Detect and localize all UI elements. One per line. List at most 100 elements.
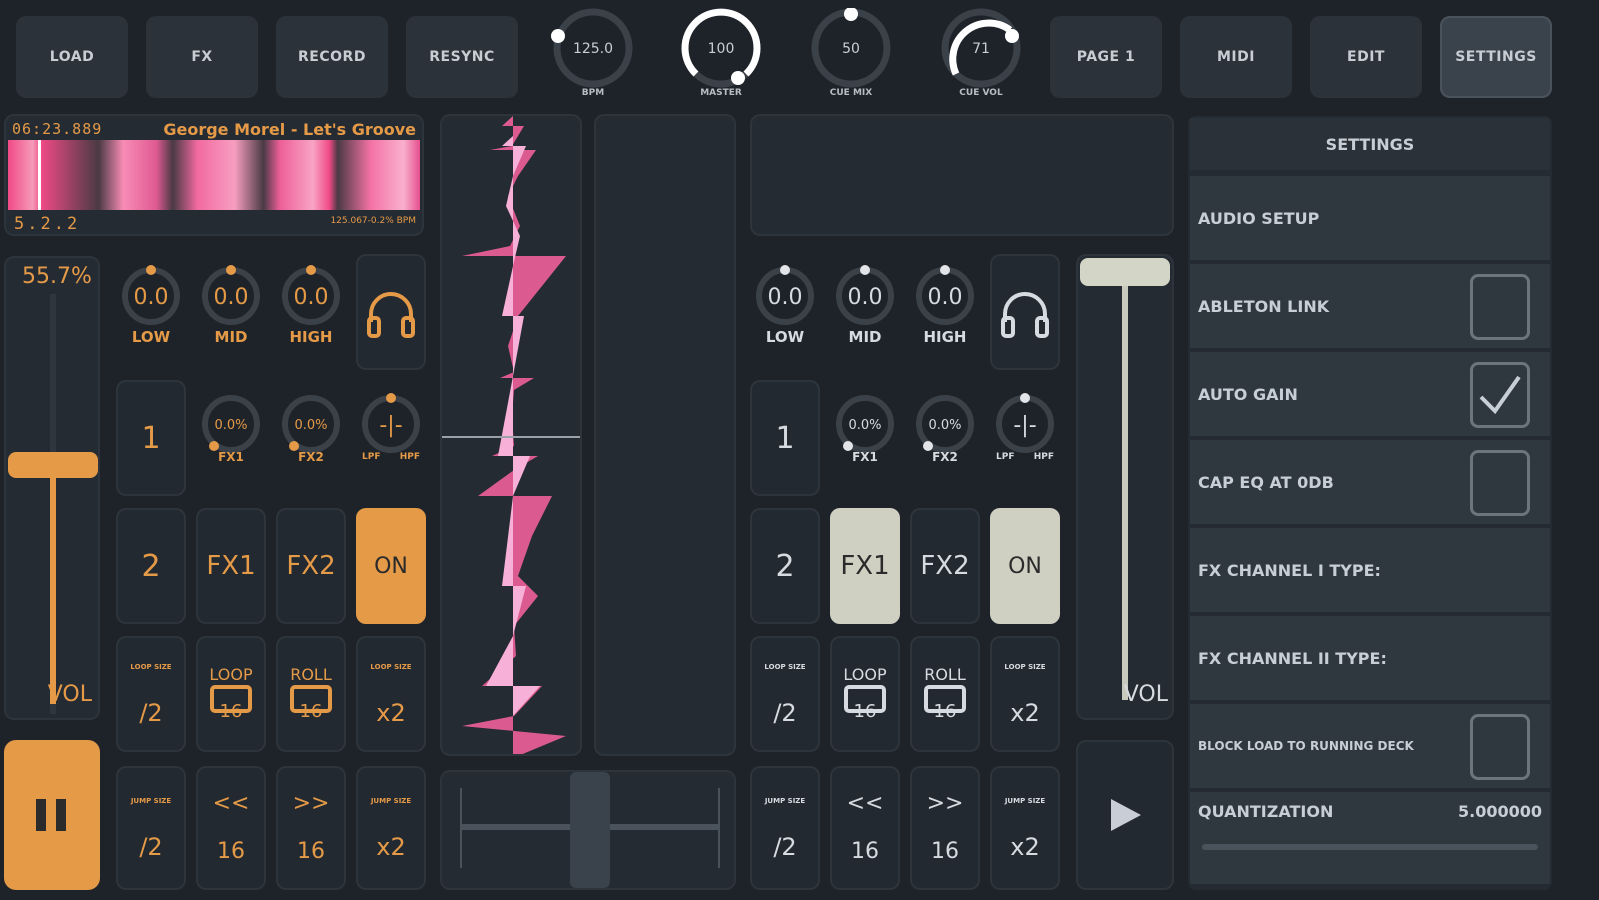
deck-a-eq-mid-label: MID: [214, 328, 248, 346]
deck-a-loop-double-button[interactable]: LOOP SIZE x2: [356, 636, 426, 752]
settings-button[interactable]: SETTINGS: [1440, 16, 1552, 98]
deck-b-eq-low[interactable]: 0.0 LOW: [750, 262, 820, 346]
fx-button[interactable]: FX: [146, 16, 258, 98]
deck-a-jump-double-button[interactable]: JUMP SIZE x2: [356, 766, 426, 890]
deck-a-scrolling-waveform[interactable]: [440, 114, 582, 756]
deck-a-roll-button[interactable]: ROLL 16: [276, 636, 346, 752]
deck-b-loop-half-button[interactable]: LOOP SIZE /2: [750, 636, 820, 752]
settings-block-load[interactable]: BLOCK LOAD TO RUNNING DECK: [1190, 704, 1550, 788]
cue-mix-knob-dial: 50: [811, 8, 891, 88]
deck-a-on-button[interactable]: ON: [356, 508, 426, 624]
deck-a-loop-half-button[interactable]: LOOP SIZE /2: [116, 636, 186, 752]
deck-a-time: 06:23.889: [12, 120, 103, 138]
deck-a-loop-button[interactable]: LOOP 16: [196, 636, 266, 752]
deck-b-lpf-label: LPF: [996, 452, 1015, 462]
deck-a-jump-half-button[interactable]: JUMP SIZE /2: [116, 766, 186, 890]
deck-a-jump-forward-button[interactable]: >> 16: [276, 766, 346, 890]
deck-a-pitch-fader[interactable]: 55.7% VOL: [4, 256, 100, 720]
deck-a-pause-button[interactable]: [4, 740, 100, 890]
deck-a-cue-headphones-button[interactable]: [356, 254, 426, 370]
bpm-knob[interactable]: 125.0 BPM: [548, 8, 638, 98]
deck-b-loop-label: LOOP: [843, 665, 887, 684]
deck-b-fx1-button[interactable]: FX1: [830, 508, 900, 624]
settings-ableton-link[interactable]: ABLETON LINK: [1190, 264, 1550, 348]
deck-b-overview[interactable]: [750, 114, 1174, 236]
deck-a-fx1-knob[interactable]: 0.0% FX1: [196, 392, 266, 464]
deck-b-hpf-label: HPF: [1033, 452, 1054, 462]
deck-a-hpf-label: HPF: [399, 452, 420, 462]
deck-b-cue-headphones-button[interactable]: [990, 254, 1060, 370]
deck-a-fx2-knob[interactable]: 0.0% FX2: [276, 392, 346, 464]
deck-b-hotcue-1[interactable]: 1: [750, 380, 820, 496]
deck-b-hotcue-2[interactable]: 2: [750, 508, 820, 624]
deck-b-volume-fader[interactable]: VOL: [1076, 254, 1174, 720]
svg-text:0.0%: 0.0%: [294, 418, 327, 433]
deck-b-roll-button[interactable]: ROLL 16: [910, 636, 980, 752]
load-button[interactable]: LOAD: [16, 16, 128, 98]
deck-a-fx1-button[interactable]: FX1: [196, 508, 266, 624]
deck-a-jump-size-label: JUMP SIZE: [130, 796, 172, 805]
record-button[interactable]: RECORD: [276, 16, 388, 98]
deck-b-play-button[interactable]: [1076, 740, 1174, 890]
block-load-checkbox[interactable]: [1470, 714, 1530, 780]
edit-button[interactable]: EDIT: [1310, 16, 1422, 98]
settings-quantization[interactable]: QUANTIZATION 5.000000: [1190, 792, 1550, 884]
deck-a-fx2-button[interactable]: FX2: [276, 508, 346, 624]
midi-button[interactable]: MIDI: [1180, 16, 1292, 98]
deck-b-jump-double-button[interactable]: JUMP SIZE x2: [990, 766, 1060, 890]
ableton-link-checkbox[interactable]: [1470, 274, 1530, 340]
deck-b-fader-handle[interactable]: [1080, 258, 1170, 286]
deck-b-jump-half-button[interactable]: JUMP SIZE /2: [750, 766, 820, 890]
auto-gain-checkbox[interactable]: [1470, 362, 1530, 428]
master-label: MASTER: [700, 88, 742, 98]
crossfader[interactable]: [440, 770, 736, 890]
deck-a-beat-position: 5.2.2: [14, 214, 81, 234]
cap-eq-checkbox[interactable]: [1470, 450, 1530, 516]
deck-b-on-button[interactable]: ON: [990, 508, 1060, 624]
settings-audio-setup[interactable]: AUDIO SETUP: [1190, 176, 1550, 260]
deck-a-hotcue-1[interactable]: 1: [116, 380, 186, 496]
cue-mix-knob[interactable]: 50 CUE MIX: [806, 8, 896, 98]
page-button[interactable]: PAGE 1: [1050, 16, 1162, 98]
settings-auto-gain[interactable]: AUTO GAIN: [1190, 352, 1550, 436]
deck-a-eq-low[interactable]: 0.0 LOW: [116, 262, 186, 346]
quantization-slider[interactable]: [1202, 844, 1538, 850]
settings-fx-channel-1[interactable]: FX CHANNEL I TYPE:: [1190, 528, 1550, 612]
deck-a-loop-label: LOOP: [209, 665, 253, 684]
deck-b-eq-high[interactable]: 0.0 HIGH: [910, 262, 980, 346]
cap-eq-label: CAP EQ AT 0DB: [1198, 472, 1334, 492]
settings-cap-eq[interactable]: CAP EQ AT 0DB: [1190, 440, 1550, 524]
deck-a-overview[interactable]: 06:23.889 George Morel - Let's Groove 5.…: [4, 114, 424, 236]
deck-a-jump-back-button[interactable]: << 16: [196, 766, 266, 890]
deck-b-fx1-knob[interactable]: 0.0% FX1: [830, 392, 900, 464]
deck-a-pitch-value: 55.7%: [22, 264, 92, 289]
deck-a-filter-knob[interactable]: -|- LPF HPF: [356, 392, 426, 462]
deck-b-eq-mid-label: MID: [848, 328, 882, 346]
settings-fx-channel-2[interactable]: FX CHANNEL II TYPE:: [1190, 616, 1550, 700]
deck-a-jump-double-label: x2: [376, 832, 406, 861]
deck-b-fx2-button[interactable]: FX2: [910, 508, 980, 624]
deck-a-eq-high[interactable]: 0.0 HIGH: [276, 262, 346, 346]
cue-vol-label: CUE VOL: [959, 88, 1003, 98]
deck-b-jump-back-button[interactable]: << 16: [830, 766, 900, 890]
crossfader-handle[interactable]: [570, 772, 610, 888]
deck-a-eq-mid[interactable]: 0.0 MID: [196, 262, 266, 346]
deck-a-jump-back-label: <<: [212, 791, 250, 816]
deck-a-loop-size-label-2: LOOP SIZE: [370, 662, 412, 671]
deck-b-scrolling-waveform[interactable]: [594, 114, 736, 756]
deck-a-playhead: [38, 140, 41, 210]
deck-b-fx2-knob[interactable]: 0.0% FX2: [910, 392, 980, 464]
deck-b-jump-forward-button[interactable]: >> 16: [910, 766, 980, 890]
deck-a-fader-handle[interactable]: [8, 452, 98, 478]
master-knob[interactable]: 100 MASTER: [676, 8, 766, 98]
deck-b-filter-knob[interactable]: -|- LPF HPF: [990, 392, 1060, 462]
deck-b-vol-label: VOL: [1123, 682, 1168, 707]
resync-button[interactable]: RESYNC: [406, 16, 518, 98]
deck-a-hotcue-2[interactable]: 2: [116, 508, 186, 624]
cue-mix-label: CUE MIX: [829, 88, 873, 98]
deck-a-loop-double-label: x2: [376, 698, 406, 727]
deck-b-loop-double-button[interactable]: LOOP SIZE x2: [990, 636, 1060, 752]
cue-vol-knob[interactable]: 71 CUE VOL: [936, 8, 1026, 98]
deck-b-eq-mid[interactable]: 0.0 MID: [830, 262, 900, 346]
deck-b-loop-button[interactable]: LOOP 16: [830, 636, 900, 752]
